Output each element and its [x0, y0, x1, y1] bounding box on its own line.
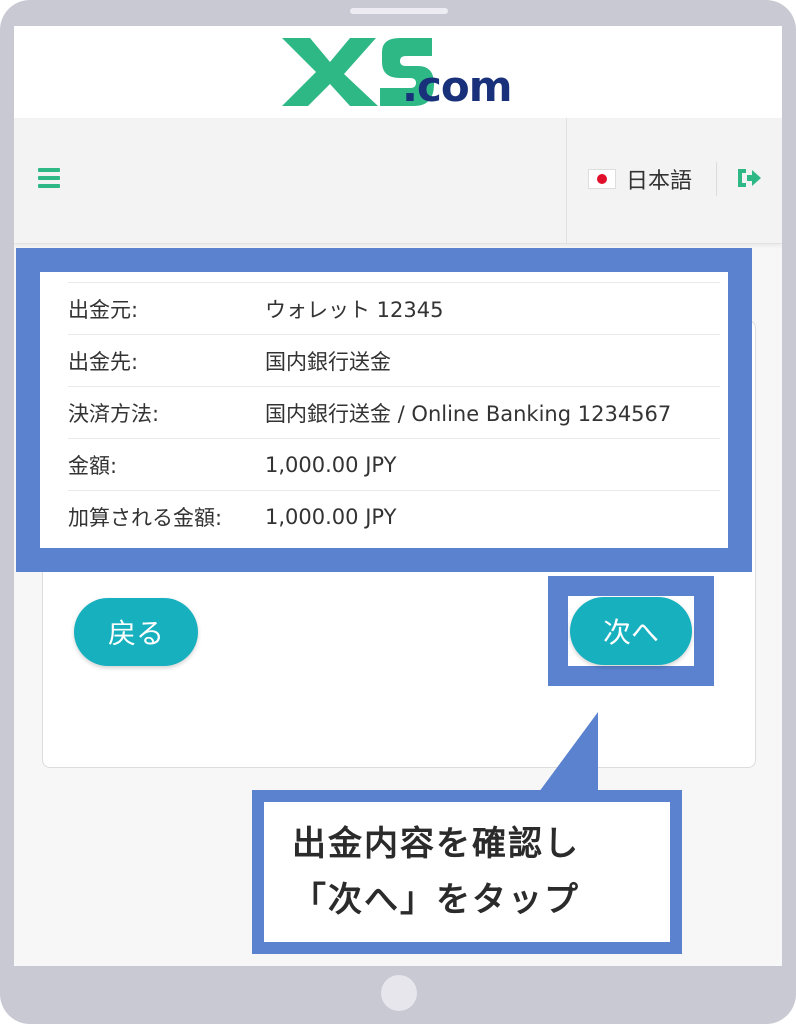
callout-line-2: 「次へ」をタップ: [292, 880, 580, 920]
logo-domain-text: .com: [402, 62, 512, 111]
detail-label: 出金元:: [68, 297, 139, 322]
detail-label: 出金先:: [68, 349, 139, 374]
home-button[interactable]: [381, 975, 417, 1011]
logo-bar: .com: [14, 26, 782, 118]
detail-label: 決済方法:: [68, 401, 160, 426]
callout-line-1: 出金内容を確認し: [292, 824, 580, 864]
detail-row: 出金先: 国内銀行送金: [68, 334, 720, 386]
japan-flag-icon: [588, 169, 616, 189]
nav-separator: [716, 162, 717, 196]
back-button[interactable]: 戻る: [74, 598, 198, 666]
speaker-grille: [350, 8, 448, 14]
detail-label: 金額:: [68, 453, 118, 478]
language-selector[interactable]: 日本語: [588, 164, 692, 194]
language-label: 日本語: [626, 169, 693, 194]
detail-row: 出金元: ウォレット 12345: [68, 282, 720, 334]
detail-value: 1,000.00 JPY: [265, 504, 397, 529]
next-button[interactable]: 次へ: [570, 597, 692, 665]
detail-value: 1,000.00 JPY: [265, 452, 397, 477]
detail-row: 加算される金額: 1,000.00 JPY: [68, 490, 720, 542]
detail-row: 決済方法: 国内銀行送金 / Online Banking 1234567: [68, 386, 720, 438]
tablet-frame: .com 日本語 出金元: ウォレット 12345 出金先: 国内銀行送金 決済…: [0, 0, 796, 1024]
nav-divider: [566, 118, 567, 244]
detail-value: 国内銀行送金 / Online Banking 1234567: [265, 401, 672, 426]
nav-bar: 日本語: [14, 118, 782, 244]
hamburger-menu-icon[interactable]: [38, 168, 60, 188]
detail-row: 金額: 1,000.00 JPY: [68, 438, 720, 490]
withdrawal-details: 出金元: ウォレット 12345 出金先: 国内銀行送金 決済方法: 国内銀行送…: [40, 272, 728, 548]
logout-icon[interactable]: [736, 166, 762, 190]
instruction-callout-text: 出金内容を確認し 「次へ」をタップ: [264, 802, 670, 942]
detail-value: ウォレット 12345: [265, 297, 444, 322]
detail-value: 国内銀行送金: [265, 349, 391, 374]
detail-label: 加算される金額:: [68, 505, 223, 530]
